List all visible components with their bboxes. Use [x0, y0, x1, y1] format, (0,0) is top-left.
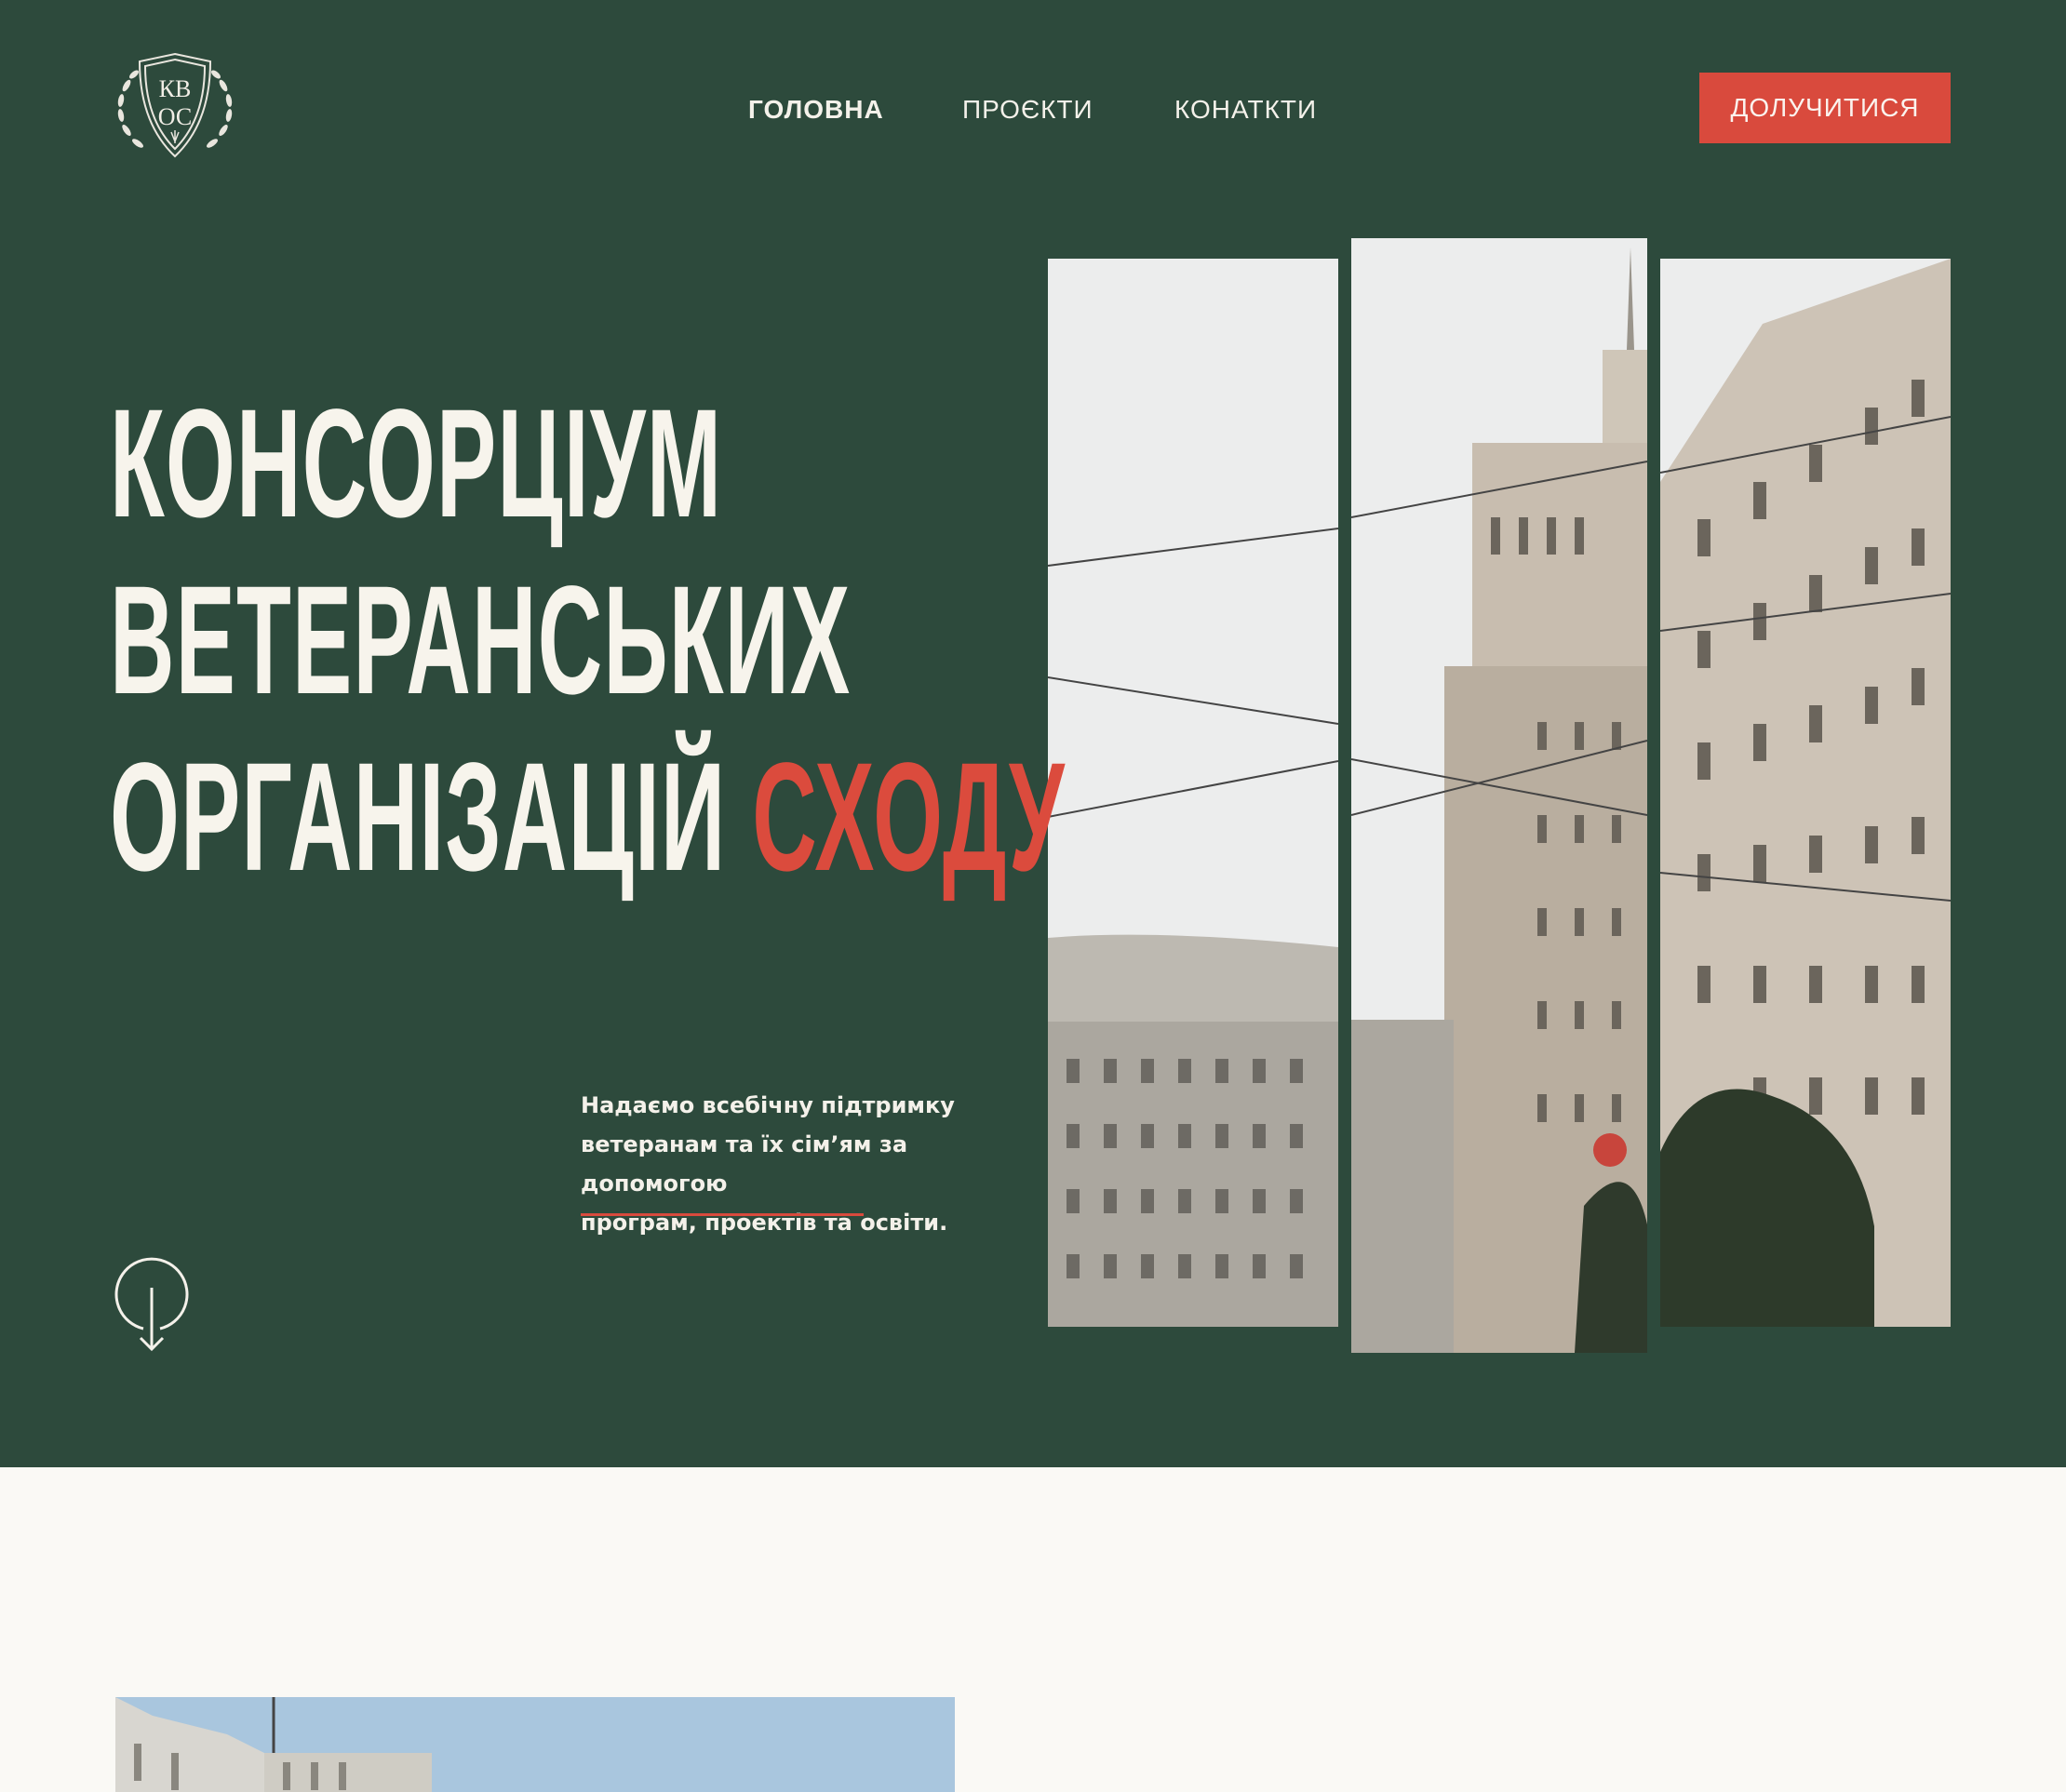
section-photo	[115, 1697, 955, 1792]
hero-title-line3: ОРГАНІЗАЦІЙ	[110, 731, 727, 903]
hero-subtitle-line2: ветеранам та їх сім’ям за допомогою	[581, 1131, 908, 1197]
hero-subtitle: Надаємо всебічну підтримку ветеранам та …	[581, 1086, 1018, 1242]
hero-section: КВ ОС ГОЛОВНА ПРОЄКТИ КОНАТКТИ ДОЛУЧИТИС…	[0, 0, 2066, 1467]
hero-title-accent: СХОДУ	[752, 731, 1066, 903]
hero-title: КОНСОРЦІУМ ВЕТЕРАНСЬКИХ ОРГАНІЗАЦІЙ СХОД…	[110, 376, 1065, 906]
hero-title-line2: ВЕТЕРАНСЬКИХ	[110, 555, 852, 727]
building-photo-strip-1	[1048, 259, 1338, 1327]
subtitle-underline	[581, 1213, 864, 1216]
arrow-down-circle-icon[interactable]	[112, 1254, 192, 1357]
nav-item-contacts[interactable]: КОНАТКТИ	[1174, 91, 1317, 128]
hero-title-line1: КОНСОРЦІУМ	[110, 378, 723, 550]
building-photo-strip-2	[1351, 238, 1647, 1353]
hero-subtitle-line3: програм, проектів та освіти.	[581, 1210, 948, 1236]
hero-subtitle-line1: Надаємо всебічну підтримку	[581, 1092, 955, 1118]
join-button[interactable]: ДОЛУЧИТИСЯ	[1699, 73, 1951, 143]
nav-item-projects[interactable]: ПРОЄКТИ	[962, 91, 1093, 128]
nav-item-home[interactable]: ГОЛОВНА	[748, 91, 884, 128]
building-photo-strip-3	[1660, 259, 1951, 1327]
